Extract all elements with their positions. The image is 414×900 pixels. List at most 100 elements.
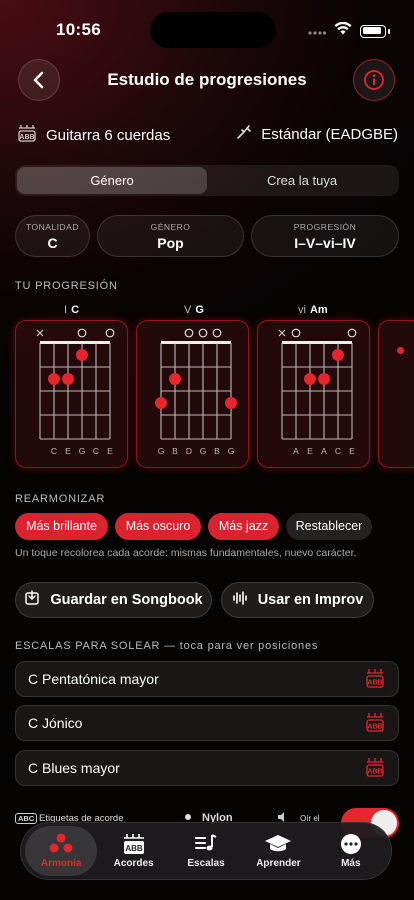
tuning-name: Estándar (EADGBE) [261, 125, 398, 143]
abc-icon: ABC [15, 813, 38, 824]
finger-dot [155, 397, 167, 409]
mode-segmented-control: Género Crea la tuya [15, 165, 399, 196]
progresion-selector[interactable]: PROGRESIÓN I–V–vi–IV [251, 215, 399, 257]
tab-armonia[interactable]: Armonía [25, 826, 98, 876]
string-note-label: A [293, 446, 299, 456]
string-note-label: E [349, 446, 355, 456]
open-string-marker [212, 328, 222, 338]
guitar-tab-icon: ABB [364, 668, 386, 691]
tab-genero[interactable]: Género [17, 167, 207, 194]
string-note-label: C [93, 446, 99, 456]
chord-label-2: VG [184, 304, 204, 316]
tonalidad-selector[interactable]: TONALIDAD C [15, 215, 90, 257]
fretboard-nut [40, 341, 110, 344]
info-icon [364, 70, 384, 90]
open-string-marker [184, 328, 194, 338]
battery-icon [360, 24, 386, 38]
string-note-label: G [158, 446, 165, 456]
open-string-marker [198, 328, 208, 338]
svg-text:ABB: ABB [367, 679, 382, 686]
scales-section-title: ESCALAS PARA SOLEAR — toca para ver posi… [15, 640, 319, 652]
string-note-label: D [186, 446, 192, 456]
string-note-label: B [214, 446, 220, 456]
string-note-label: G [228, 446, 235, 456]
scale-item[interactable]: C Jónico ABB [15, 705, 399, 741]
finger-dot [76, 349, 88, 361]
finger-dot [62, 373, 74, 385]
status-time: 10:56 [56, 20, 101, 39]
finger-dot [304, 373, 316, 385]
chord-card-2[interactable]: GBDGBG [136, 320, 249, 468]
string-note-label: G [200, 446, 207, 456]
finger-dot [48, 373, 60, 385]
svg-text:ABB: ABB [367, 723, 382, 730]
progresion-value: I–V–vi–IV [294, 235, 356, 251]
progresion-label: PROGRESIÓN [293, 222, 357, 232]
tab-escalas[interactable]: Escalas [170, 826, 242, 876]
guitar-tab-icon: ABB [364, 757, 386, 780]
tab-mas[interactable]: Más [315, 826, 387, 876]
muted-string-marker [36, 329, 44, 337]
fretboard-nut [161, 341, 231, 344]
chord-diagram-g: GBDGBG [155, 328, 237, 456]
chords-icon: ABB [123, 834, 144, 854]
string-note-label: G [79, 446, 86, 456]
genero-selector[interactable]: GÉNERO Pop [97, 215, 244, 257]
guitar-icon: ABB [16, 123, 38, 147]
string-note-label: E [65, 446, 71, 456]
harmony-icon [49, 833, 73, 853]
tab-acordes[interactable]: ABB Acordes [97, 826, 169, 876]
restablecer-button[interactable]: Restablecer [286, 513, 372, 540]
tonalidad-label: TONALIDAD [26, 222, 79, 232]
genero-label: GÉNERO [150, 222, 191, 232]
chord-card-1[interactable]: CEGCE [15, 320, 128, 468]
finger-dot [225, 397, 237, 409]
use-improv-button[interactable]: Usar en Improv [221, 582, 374, 618]
mas-brillante-button[interactable]: Más brillante [15, 513, 108, 540]
save-icon [24, 590, 40, 610]
fretboard-nut [282, 341, 352, 344]
string-note-label: E [107, 446, 113, 456]
status-icons [308, 21, 390, 40]
signal-icon [308, 22, 327, 40]
string-note-label: B [172, 446, 178, 456]
progression-section-title: TU PROGRESIÓN [15, 280, 118, 292]
tab-aprender[interactable]: Aprender [242, 826, 314, 876]
genero-value: Pop [157, 235, 184, 251]
scale-item[interactable]: C Blues mayor ABB [15, 750, 399, 786]
chord-card-3[interactable]: AEACE [257, 320, 370, 468]
chord-card-4-partial[interactable] [378, 320, 414, 468]
chord-diagram-c: CEGCE [36, 328, 115, 456]
finger-dot [169, 373, 181, 385]
open-string-marker [77, 328, 87, 338]
finger-dot [332, 349, 344, 361]
chord-label-1: IC [64, 304, 80, 316]
scale-item[interactable]: C Pentatónica mayor ABB [15, 661, 399, 697]
string-note-label: C [335, 446, 341, 456]
svg-text:ABB: ABB [367, 768, 382, 775]
svg-text:ABB: ABB [125, 844, 143, 853]
tab-bar: Armonía ABB Acordes Escalas Aprender Más [20, 822, 392, 880]
instrument-name: Guitarra 6 cuerdas [46, 126, 171, 144]
scales-icon [195, 834, 217, 851]
tuning-selector[interactable]: Estándar (EADGBE) [235, 123, 398, 145]
string-note-label: A [321, 446, 327, 456]
instrument-selector[interactable]: ABB Guitarra 6 cuerdas [16, 123, 170, 147]
chord-diagram-am: AEACE [278, 328, 357, 456]
svg-text:ABB: ABB [19, 134, 34, 141]
open-string-marker [291, 328, 301, 338]
dynamic-island [150, 12, 276, 48]
mas-jazz-button[interactable]: Más jazz [208, 513, 279, 540]
tuning-fork-icon [235, 123, 253, 145]
chord-label-3: vi Am [298, 304, 328, 316]
mas-oscuro-button[interactable]: Más oscuro [115, 513, 201, 540]
open-string-marker [347, 328, 357, 338]
info-button[interactable] [353, 59, 395, 101]
save-songbook-button[interactable]: Guardar en Songbook [15, 582, 212, 618]
wifi-icon [334, 21, 352, 40]
tab-crea-la-tuya[interactable]: Crea la tuya [207, 167, 397, 194]
reharm-section-title: REARMONIZAR [15, 493, 106, 505]
string-note-label: E [307, 446, 313, 456]
more-icon [340, 834, 361, 854]
string-note-label: C [51, 446, 57, 456]
